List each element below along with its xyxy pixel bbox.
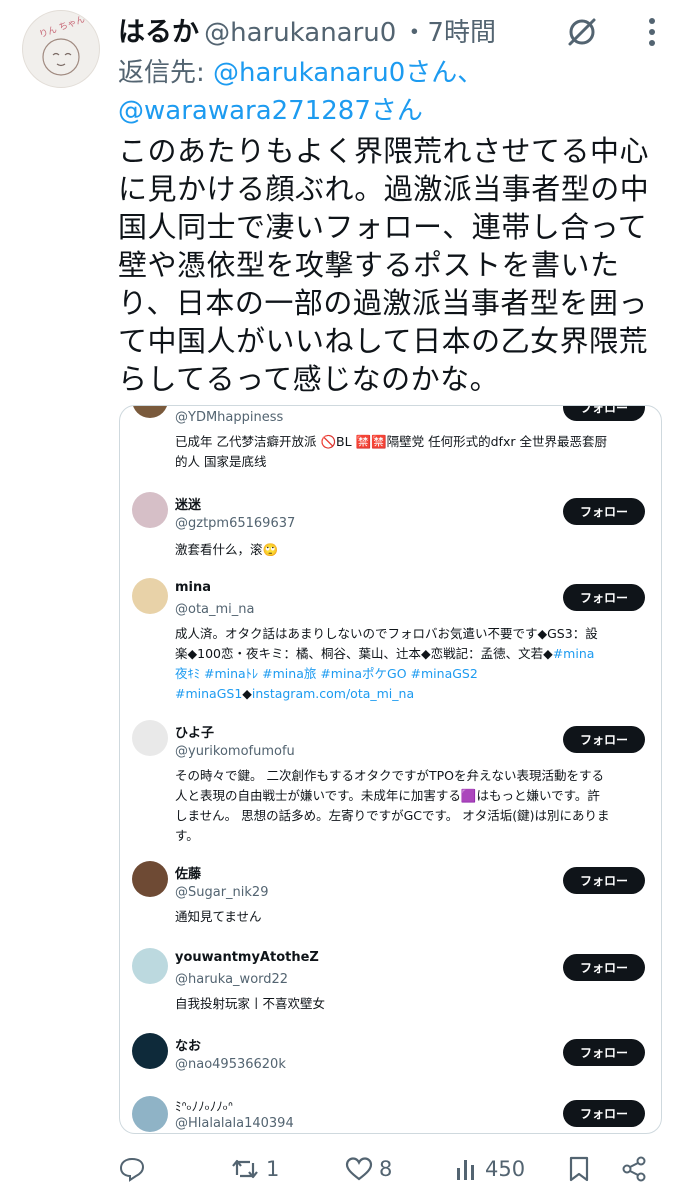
follow-button[interactable]: フォロー <box>563 584 645 611</box>
follow-button[interactable]: フォロー <box>563 954 645 981</box>
list-item-handle: @Hlalalala140394 <box>175 1116 294 1131</box>
bio-line: しません。 思想の話多め。左寄りですがGCです。 オタ活垢(鍵)は別にありま <box>175 808 610 823</box>
list-item: 迷迷 @gztpm65169637 フォロー 激套看什么，滚🙄 <box>120 488 661 568</box>
share-icon <box>622 1156 646 1182</box>
list-item: youwantmyAtotheZ @haruka_word22 フォロー 自我投… <box>120 946 661 1026</box>
follow-button[interactable]: フォロー <box>563 1100 645 1127</box>
bio-line: す。 <box>175 828 199 843</box>
reply-icon <box>119 1157 145 1182</box>
more-button[interactable] <box>636 14 668 50</box>
bio-line: その時々で鍵。 二次創作もするオタクですがTPOを弁えない表現活動をする <box>175 768 604 783</box>
like-button[interactable]: 8 <box>345 1145 392 1193</box>
list-item: なお @nao49536620k フォロー <box>120 1031 661 1091</box>
avatar <box>132 492 168 528</box>
svg-text:りん ちゃん: りん ちゃん <box>38 14 87 41</box>
list-item-name: mina <box>175 580 212 595</box>
follow-button[interactable]: フォロー <box>563 726 645 753</box>
list-item: @YDMhappiness フォロー 已成年 乙代梦洁癖开放派 🚫BL 🈲🈲隔壁… <box>120 406 661 486</box>
views-button[interactable]: 450 <box>455 1145 525 1193</box>
timestamp[interactable]: ・7時間 <box>401 18 496 48</box>
attached-image[interactable]: @YDMhappiness フォロー 已成年 乙代梦洁癖开放派 🚫BL 🈲🈲隔壁… <box>119 405 662 1134</box>
avatar <box>132 948 168 984</box>
bio-separator: ◆ <box>242 686 252 701</box>
avatar <box>132 1033 168 1069</box>
avatar <box>132 861 168 897</box>
follow-button[interactable]: フォロー <box>563 498 645 525</box>
repost-icon <box>232 1159 258 1179</box>
avatar <box>132 720 168 756</box>
list-item-bio: 激套看什么，滚🙄 <box>175 542 279 557</box>
share-button[interactable] <box>620 1145 648 1193</box>
list-item-bio: その時々で鍵。 二次創作もするオタクですがTPOを弁えない表現活動をする 人と表… <box>175 766 645 846</box>
list-item-handle: @gztpm65169637 <box>175 516 296 531</box>
reply-handle-link[interactable]: @harukanaru0さん、 <box>213 58 483 88</box>
list-item-handle: @haruka_word22 <box>175 972 289 987</box>
follow-button[interactable]: フォロー <box>563 867 645 894</box>
reply-handle-link[interactable]: @warawara271287さん <box>118 96 423 126</box>
hashtag-link[interactable]: #mina <box>553 646 595 661</box>
avatar[interactable]: りん ちゃん <box>22 10 100 88</box>
bio-line: 成人済。オタク話はあまりしないのでフォロバお気遣い不要です◆GS3：設 <box>175 626 598 641</box>
grok-button[interactable] <box>560 12 604 52</box>
list-item-name: なお <box>175 1039 202 1054</box>
list-item-name: ひよ子 <box>175 726 215 741</box>
list-item: 佐藤 @Sugar_nik29 フォロー 通知見てません <box>120 859 661 939</box>
action-bar: 1 8 450 <box>0 1145 684 1193</box>
follow-button[interactable]: フォロー <box>563 406 645 421</box>
repost-count: 1 <box>266 1157 280 1181</box>
reply-to: 返信先: @harukanaru0さん、 @warawara271287さん <box>118 54 658 130</box>
bio-line: 已成年 乙代梦洁癖开放派 🚫BL 🈲🈲隔壁党 任何形式的dfxr 全世界最恶套厨 <box>175 434 607 449</box>
avatar-doodle-icon: りん ちゃん <box>38 14 87 76</box>
list-item: ひよ子 @yurikomofumofu フォロー その時々で鍵。 二次創作もする… <box>120 716 661 856</box>
bio-line: 的人 国家是底线 <box>175 454 267 469</box>
list-item-bio: 通知見てません <box>175 909 262 924</box>
list-item-handle: @Sugar_nik29 <box>175 885 269 900</box>
list-item-handle: @ota_mi_na <box>175 602 255 617</box>
display-name[interactable]: はるか <box>118 17 199 48</box>
bio-line: 人と表現の自由戦士が嫌いです。未成年に加害する🟪はもっと嫌いです。許 <box>175 788 600 803</box>
repost-button[interactable]: 1 <box>230 1145 279 1193</box>
reply-to-label: 返信先: <box>118 58 214 88</box>
tweet-header: はるか @harukanaru0 ・7時間 <box>118 10 568 50</box>
grok-icon <box>568 18 596 46</box>
list-item-handle: @yurikomofumofu <box>175 744 295 759</box>
list-item-name: youwantmyAtotheZ <box>175 950 319 965</box>
avatar <box>132 578 168 614</box>
website-link[interactable]: instagram.com/ota_mi_na <box>252 686 414 701</box>
list-item: ﾐᐢ৹ﾉﾉ৹ﾉﾉ৹ᐢ @Hlalalala140394 フォロー <box>120 1094 661 1133</box>
hashtag-link[interactable]: #minaGS1 <box>175 686 242 701</box>
like-count: 8 <box>379 1157 393 1181</box>
avatar <box>132 406 168 418</box>
user-handle[interactable]: @harukanaru0 <box>204 18 396 48</box>
bookmark-button[interactable] <box>567 1145 591 1193</box>
bookmark-icon <box>569 1156 589 1182</box>
avatar <box>132 1096 168 1132</box>
list-item-name: 佐藤 <box>175 867 202 882</box>
follow-button[interactable]: フォロー <box>563 1039 645 1066</box>
list-item-bio: 已成年 乙代梦洁癖开放派 🚫BL 🈲🈲隔壁党 任何形式的dfxr 全世界最恶套厨… <box>175 432 645 472</box>
hashtag-link[interactable]: 夜ｷﾐ #minaﾄﾚ #mina旅 #minaポケGO #minaGS2 <box>175 664 645 684</box>
bio-line: 楽◆100恋・夜キミ：橘、桐谷、葉山、辻本◆恋戦記：孟徳、文若◆ <box>175 646 553 661</box>
list-item-bio: 自我投射玩家丨不喜欢壁女 <box>175 996 326 1011</box>
list-item-name: 迷迷 <box>175 498 202 513</box>
view-count: 450 <box>485 1157 526 1181</box>
views-icon <box>457 1160 474 1180</box>
list-item-handle: @YDMhappiness <box>175 410 284 425</box>
more-icon <box>649 18 655 46</box>
list-item-bio: 成人済。オタク話はあまりしないのでフォロバお気遣い不要です◆GS3：設 楽◆10… <box>175 624 645 704</box>
like-icon <box>345 1157 373 1181</box>
list-item-handle: @nao49536620k <box>175 1057 286 1072</box>
tweet-text: このあたりもよく界隈荒れさせてる中心に見かける顔ぶれ。過激派当事者型の中国人同士… <box>118 134 650 396</box>
reply-button[interactable] <box>118 1145 152 1193</box>
list-item: mina @ota_mi_na フォロー 成人済。オタク話はあまりしないのでフォ… <box>120 574 661 704</box>
